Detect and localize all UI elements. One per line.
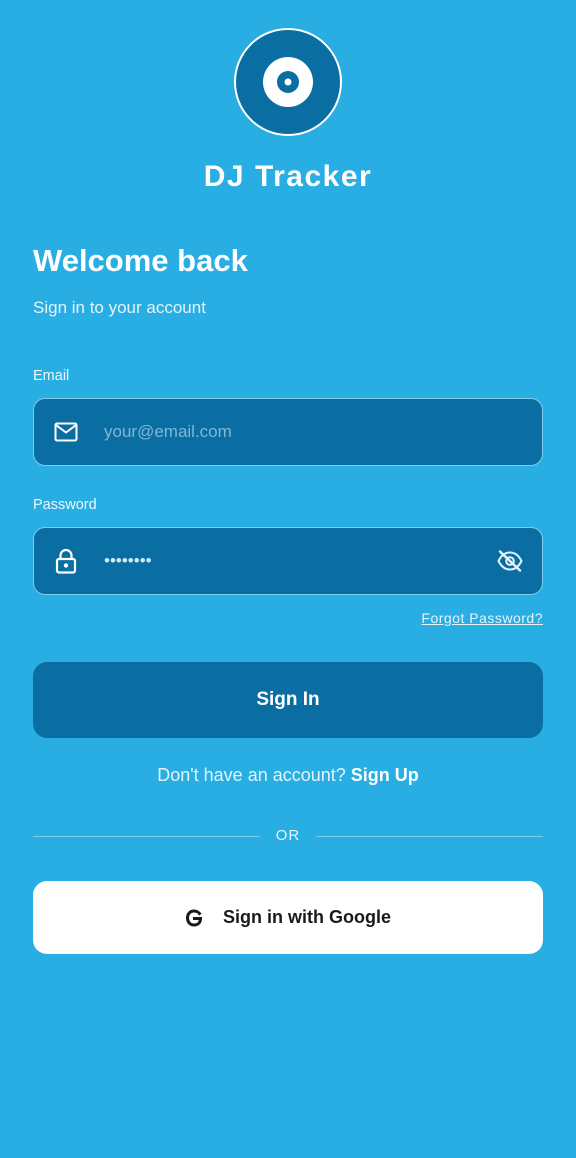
signup-row: Don't have an account? Sign Up xyxy=(0,765,576,786)
email-field-container[interactable] xyxy=(33,398,543,466)
google-g-icon xyxy=(185,908,203,927)
forgot-password-link[interactable]: Forgot Password? xyxy=(421,610,543,626)
sign-up-link[interactable]: Sign Up xyxy=(351,765,419,785)
divider-right xyxy=(316,836,543,837)
app-title: DJ Tracker xyxy=(203,160,373,193)
app-logo xyxy=(234,28,342,136)
email-input[interactable] xyxy=(98,399,542,465)
google-sign-in-button[interactable]: Sign in with Google xyxy=(33,881,543,954)
lock-icon xyxy=(34,548,98,574)
page-subtitle: Sign in to your account xyxy=(33,298,206,317)
google-sign-in-label: Sign in with Google xyxy=(223,907,391,927)
password-field-container[interactable] xyxy=(33,527,543,595)
eye-off-icon[interactable] xyxy=(478,550,542,572)
email-label: Email xyxy=(33,368,70,384)
sign-in-button[interactable]: Sign In xyxy=(33,662,543,738)
password-label: Password xyxy=(33,497,97,513)
signup-prompt: Don't have an account? xyxy=(157,765,346,785)
password-input[interactable] xyxy=(98,528,478,594)
page-title: Welcome back xyxy=(33,243,248,278)
vinyl-record-icon xyxy=(263,57,313,107)
mail-icon xyxy=(34,422,98,442)
